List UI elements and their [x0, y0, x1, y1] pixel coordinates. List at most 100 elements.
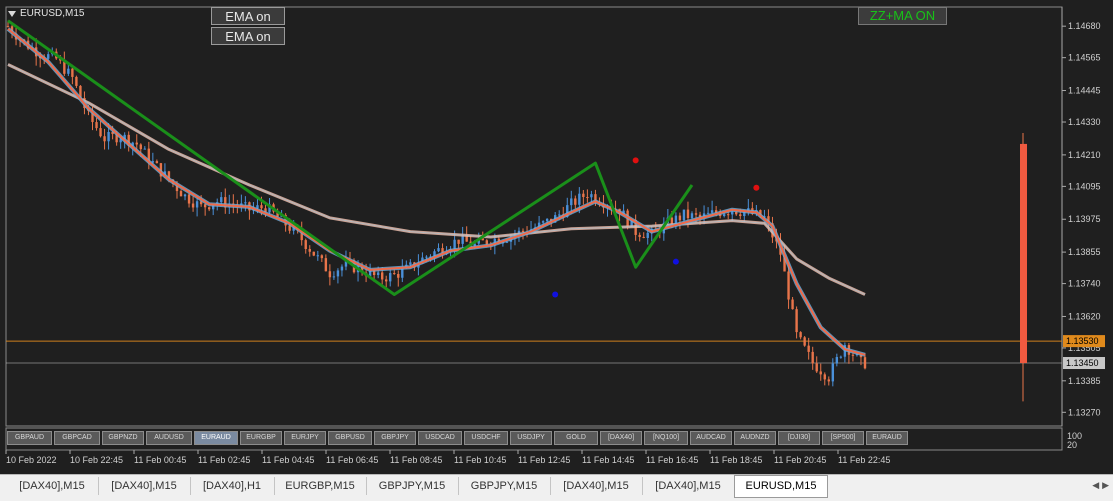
candle-body — [336, 270, 340, 277]
chart-tab[interactable]: GBPJPY,M15 — [366, 477, 459, 495]
symbol-button-gbpcad[interactable]: GBPCAD — [54, 431, 100, 445]
candle-body — [67, 68, 70, 74]
candle-body — [686, 209, 690, 219]
candle-body — [316, 255, 320, 257]
ema-toggle-button-1[interactable]: EMA on — [211, 7, 285, 25]
chart-tab[interactable]: EURGBP,M15 — [274, 477, 367, 495]
candle-body — [521, 230, 525, 232]
symbol-button-eurjpy[interactable]: EURJPY — [284, 431, 326, 445]
collapse-arrow-icon[interactable] — [8, 11, 16, 17]
candle-body — [731, 211, 734, 215]
symbol-button-dji30[interactable]: [DJI30] — [778, 431, 820, 445]
chart-window[interactable]: 1.14680 1.14565 1.14445 1.14330 1.14210 1.140… — [0, 0, 1113, 474]
x-tick-label: 11 Feb 02:45 — [198, 455, 250, 465]
ema-fast-line — [7, 28, 866, 356]
candle-body — [260, 205, 263, 209]
y-tick-label: 1.14095 — [1068, 181, 1101, 191]
candle-body — [819, 371, 822, 375]
chart-tab[interactable]: [DAX40],M15 — [550, 477, 643, 495]
symbol-button-gbpusd[interactable]: GBPUSD — [328, 431, 372, 445]
candle-body — [103, 136, 106, 142]
chart-tab[interactable]: [DAX40],M15 — [6, 477, 99, 495]
chart-tab[interactable]: GBPJPY,M15 — [458, 477, 551, 495]
y-tick-label: 1.14445 — [1068, 86, 1101, 96]
signal-dot — [552, 291, 559, 298]
candle-body — [545, 218, 549, 222]
candle-body — [839, 356, 843, 358]
candle-body — [244, 202, 247, 204]
symbol-button-nq100[interactable]: [NQ100] — [644, 431, 688, 445]
symbol-button-euraud[interactable]: EURAUD — [194, 431, 238, 445]
candle-body — [376, 272, 380, 276]
candle-body — [807, 345, 810, 352]
y-tick-label: 1.13740 — [1068, 279, 1101, 289]
candle-body — [815, 363, 818, 372]
x-tick-label: 10 Feb 22:45 — [70, 455, 123, 465]
ema-fast-blue-line — [6, 27, 866, 357]
candle-body — [99, 128, 102, 137]
symbol-button-euraud[interactable]: EURAUD — [866, 431, 908, 445]
candle-body — [727, 214, 730, 216]
x-tick-label: 11 Feb 04:45 — [262, 455, 314, 465]
candle-body — [739, 214, 742, 217]
symbol-button-dax40[interactable]: [DAX40] — [600, 431, 642, 445]
symbol-button-audcad[interactable]: AUDCAD — [690, 431, 732, 445]
candle-body — [831, 363, 835, 382]
candle-body — [203, 204, 207, 208]
price-chart[interactable]: 1.14680 1.14565 1.14445 1.14330 1.14210 1.140… — [0, 0, 1113, 474]
candle-body — [791, 299, 794, 310]
candle-body — [722, 214, 726, 217]
subwindow-scale-bottom: 20 — [1067, 440, 1078, 450]
chart-tab[interactable]: EURUSD,M15 — [734, 475, 828, 498]
symbol-button-usdjpy[interactable]: USDJPY — [510, 431, 552, 445]
candle-body — [437, 248, 440, 252]
symbol-button-gbpjpy[interactable]: GBPJPY — [374, 431, 416, 445]
candle-body — [590, 194, 593, 198]
candle-body — [799, 332, 802, 338]
symbol-button-usdcad[interactable]: USDCAD — [418, 431, 462, 445]
y-tick-label: 1.13975 — [1068, 214, 1101, 224]
symbol-button-audnzd[interactable]: AUDNZD — [734, 431, 776, 445]
candle-body — [195, 201, 199, 208]
candle-body — [823, 374, 826, 380]
x-tick-label: 11 Feb 20:45 — [774, 455, 826, 465]
price-tag-label: 1.13530 — [1066, 336, 1099, 346]
zigzag-toggle-button[interactable]: ZZ+MA ON — [858, 7, 947, 25]
price-tag-label: 1.13450 — [1066, 358, 1099, 368]
candle-body — [393, 273, 396, 275]
symbol-button-audusd[interactable]: AUDUSD — [146, 431, 192, 445]
chart-tab[interactable]: [DAX40],M15 — [98, 477, 191, 495]
tab-scroll-arrows-icon[interactable]: ◀ ▶ — [1092, 481, 1109, 491]
chart-tab[interactable]: [DAX40],M15 — [642, 477, 735, 495]
symbol-button-eurgbp[interactable]: EURGBP — [240, 431, 282, 445]
candle-body — [570, 198, 573, 206]
symbol-button-sp500[interactable]: [SP500] — [822, 431, 864, 445]
symbol-button-gbpaud[interactable]: GBPAUD — [7, 431, 52, 445]
y-tick-label: 1.13855 — [1068, 247, 1101, 257]
symbol-button-gbpnzd[interactable]: GBPNZD — [102, 431, 144, 445]
ema-toggle-button-2[interactable]: EMA on — [211, 27, 285, 45]
symbol-button-usdchf[interactable]: USDCHF — [464, 431, 508, 445]
candle-body — [139, 144, 142, 150]
x-tick-label: 11 Feb 14:45 — [582, 455, 634, 465]
y-tick-label: 1.14210 — [1068, 150, 1101, 160]
candle-body — [380, 272, 384, 280]
candle-body — [143, 148, 146, 150]
chart-tab-bar: ◀ ▶ [DAX40],M15 [DAX40],M15 [DAX40],H1 EURG… — [0, 474, 1113, 501]
candle-body — [340, 266, 344, 271]
candle-body — [47, 54, 50, 59]
x-tick-label: 11 Feb 22:45 — [838, 455, 890, 465]
candle-body — [397, 274, 400, 278]
candle-body — [304, 240, 307, 249]
chart-tab[interactable]: [DAX40],H1 — [190, 477, 275, 495]
candle-body — [332, 276, 336, 278]
volume-spike-bar — [1020, 143, 1027, 364]
candle-body — [574, 198, 577, 205]
symbol-button-gold[interactable]: GOLD — [554, 431, 598, 445]
candle-body — [694, 213, 698, 215]
x-tick-label: 11 Feb 16:45 — [646, 455, 698, 465]
x-tick-label: 11 Feb 12:45 — [518, 455, 570, 465]
symbol-title: EURUSD,M15 — [20, 8, 85, 19]
candle-body — [308, 248, 311, 252]
candle-body — [795, 309, 798, 333]
